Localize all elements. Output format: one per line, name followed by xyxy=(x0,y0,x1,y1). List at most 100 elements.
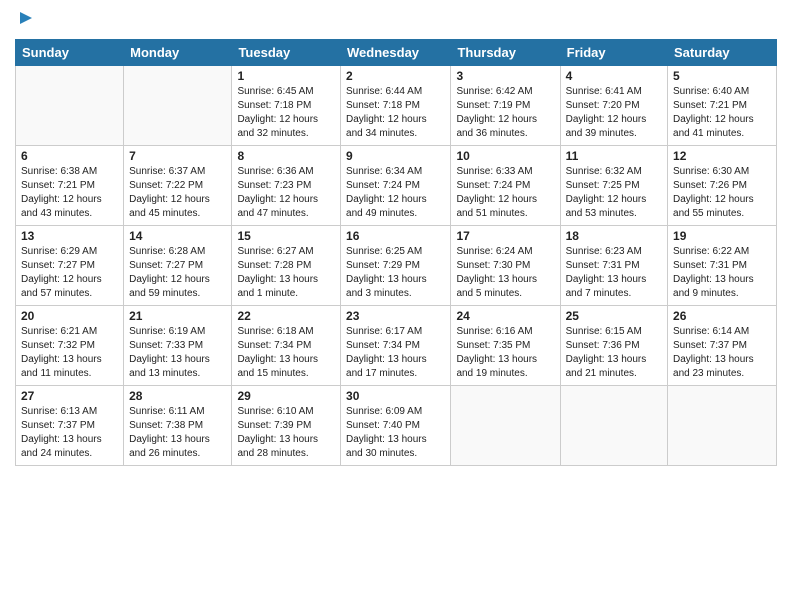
calendar-cell xyxy=(16,66,124,146)
calendar-cell: 9Sunrise: 6:34 AM Sunset: 7:24 PM Daylig… xyxy=(341,146,451,226)
day-info: Sunrise: 6:36 AM Sunset: 7:23 PM Dayligh… xyxy=(237,165,335,221)
day-info: Sunrise: 6:28 AM Sunset: 7:27 PM Dayligh… xyxy=(129,245,226,301)
calendar-cell: 20 Sunrise: 6:21 AM Sunset: 7:32 PM Dayli… xyxy=(16,306,124,386)
calendar-week-2: 6 Sunrise: 6:38 AM Sunset: 7:21 PM Daylig… xyxy=(16,146,777,226)
calendar-cell: 12Sunrise: 6:30 AM Sunset: 7:26 PM Dayli… xyxy=(668,146,777,226)
day-info: Sunrise: 6:18 AM Sunset: 7:34 PM Dayligh… xyxy=(237,325,335,381)
day-info: Sunrise: 6:32 AM Sunset: 7:25 PM Dayligh… xyxy=(566,165,662,221)
calendar-week-1: 1 Sunrise: 6:45 AM Sunset: 7:18 PM Daylig… xyxy=(16,66,777,146)
day-number: 3 xyxy=(456,69,554,83)
day-number: 29 xyxy=(237,389,335,403)
day-number: 23 xyxy=(346,309,445,323)
calendar-cell: 17Sunrise: 6:24 AM Sunset: 7:30 PM Dayli… xyxy=(451,226,560,306)
calendar-cell xyxy=(124,66,232,146)
logo xyxy=(15,10,32,31)
day-info: Sunrise: 6:25 AM Sunset: 7:29 PM Dayligh… xyxy=(346,245,445,301)
day-info: Sunrise: 6:29 AM Sunset: 7:27 PM Dayligh… xyxy=(21,245,118,301)
calendar-cell: 15 Sunrise: 6:27 AM Sunset: 7:28 PM Dayli… xyxy=(232,226,341,306)
day-info: Sunrise: 6:11 AM Sunset: 7:38 PM Dayligh… xyxy=(129,405,226,461)
calendar-cell xyxy=(560,386,667,466)
day-number: 15 xyxy=(237,229,335,243)
day-number: 21 xyxy=(129,309,226,323)
calendar-cell: 25 Sunrise: 6:15 AM Sunset: 7:36 PM Dayli… xyxy=(560,306,667,386)
calendar-header-sunday: Sunday xyxy=(16,40,124,66)
calendar-week-4: 20 Sunrise: 6:21 AM Sunset: 7:32 PM Dayli… xyxy=(16,306,777,386)
calendar-cell: 3 Sunrise: 6:42 AM Sunset: 7:19 PM Daylig… xyxy=(451,66,560,146)
day-number: 13 xyxy=(21,229,118,243)
calendar-cell: 23 Sunrise: 6:17 AM Sunset: 7:34 PM Dayli… xyxy=(341,306,451,386)
day-number: 22 xyxy=(237,309,335,323)
logo-arrow-icon xyxy=(18,10,32,31)
day-info: Sunrise: 6:27 AM Sunset: 7:28 PM Dayligh… xyxy=(237,245,335,301)
day-number: 25 xyxy=(566,309,662,323)
calendar-table: SundayMondayTuesdayWednesdayThursdayFrid… xyxy=(15,39,777,466)
day-info: Sunrise: 6:24 AM Sunset: 7:30 PM Dayligh… xyxy=(456,245,554,301)
calendar-cell: 8Sunrise: 6:36 AM Sunset: 7:23 PM Daylig… xyxy=(232,146,341,226)
day-number: 12 xyxy=(673,149,771,163)
calendar-cell: 19Sunrise: 6:22 AM Sunset: 7:31 PM Dayli… xyxy=(668,226,777,306)
calendar-cell: 14 Sunrise: 6:28 AM Sunset: 7:27 PM Dayli… xyxy=(124,226,232,306)
day-info: Sunrise: 6:21 AM Sunset: 7:32 PM Dayligh… xyxy=(21,325,118,381)
calendar-cell xyxy=(668,386,777,466)
day-info: Sunrise: 6:19 AM Sunset: 7:33 PM Dayligh… xyxy=(129,325,226,381)
day-number: 6 xyxy=(21,149,118,163)
calendar-cell: 2Sunrise: 6:44 AM Sunset: 7:18 PM Daylig… xyxy=(341,66,451,146)
day-info: Sunrise: 6:33 AM Sunset: 7:24 PM Dayligh… xyxy=(456,165,554,221)
calendar-cell: 29 Sunrise: 6:10 AM Sunset: 7:39 PM Dayli… xyxy=(232,386,341,466)
calendar-header-saturday: Saturday xyxy=(668,40,777,66)
day-info: Sunrise: 6:16 AM Sunset: 7:35 PM Dayligh… xyxy=(456,325,554,381)
calendar-cell: 1 Sunrise: 6:45 AM Sunset: 7:18 PM Daylig… xyxy=(232,66,341,146)
logo-line1 xyxy=(15,10,32,31)
day-info: Sunrise: 6:38 AM Sunset: 7:21 PM Dayligh… xyxy=(21,165,118,221)
calendar-header-friday: Friday xyxy=(560,40,667,66)
calendar-cell: 5Sunrise: 6:40 AM Sunset: 7:21 PM Daylig… xyxy=(668,66,777,146)
calendar-week-3: 13 Sunrise: 6:29 AM Sunset: 7:27 PM Dayli… xyxy=(16,226,777,306)
calendar-cell: 18Sunrise: 6:23 AM Sunset: 7:31 PM Dayli… xyxy=(560,226,667,306)
calendar-cell: 7 Sunrise: 6:37 AM Sunset: 7:22 PM Daylig… xyxy=(124,146,232,226)
day-number: 20 xyxy=(21,309,118,323)
day-info: Sunrise: 6:15 AM Sunset: 7:36 PM Dayligh… xyxy=(566,325,662,381)
day-info: Sunrise: 6:37 AM Sunset: 7:22 PM Dayligh… xyxy=(129,165,226,221)
day-info: Sunrise: 6:10 AM Sunset: 7:39 PM Dayligh… xyxy=(237,405,335,461)
day-info: Sunrise: 6:45 AM Sunset: 7:18 PM Dayligh… xyxy=(237,85,335,141)
day-info: Sunrise: 6:14 AM Sunset: 7:37 PM Dayligh… xyxy=(673,325,771,381)
day-info: Sunrise: 6:09 AM Sunset: 7:40 PM Dayligh… xyxy=(346,405,445,461)
day-number: 7 xyxy=(129,149,226,163)
day-info: Sunrise: 6:41 AM Sunset: 7:20 PM Dayligh… xyxy=(566,85,662,141)
day-number: 10 xyxy=(456,149,554,163)
calendar-header-wednesday: Wednesday xyxy=(341,40,451,66)
calendar-cell: 22 Sunrise: 6:18 AM Sunset: 7:34 PM Dayli… xyxy=(232,306,341,386)
day-number: 14 xyxy=(129,229,226,243)
day-number: 27 xyxy=(21,389,118,403)
calendar-cell: 16 Sunrise: 6:25 AM Sunset: 7:29 PM Dayli… xyxy=(341,226,451,306)
day-number: 16 xyxy=(346,229,445,243)
day-number: 11 xyxy=(566,149,662,163)
calendar-cell: 21 Sunrise: 6:19 AM Sunset: 7:33 PM Dayli… xyxy=(124,306,232,386)
calendar-cell: 26Sunrise: 6:14 AM Sunset: 7:37 PM Dayli… xyxy=(668,306,777,386)
day-number: 30 xyxy=(346,389,445,403)
calendar-cell: 6 Sunrise: 6:38 AM Sunset: 7:21 PM Daylig… xyxy=(16,146,124,226)
day-number: 1 xyxy=(237,69,335,83)
header xyxy=(15,10,777,31)
calendar-header-thursday: Thursday xyxy=(451,40,560,66)
calendar-cell: 11 Sunrise: 6:32 AM Sunset: 7:25 PM Dayli… xyxy=(560,146,667,226)
calendar-week-5: 27 Sunrise: 6:13 AM Sunset: 7:37 PM Dayli… xyxy=(16,386,777,466)
day-number: 5 xyxy=(673,69,771,83)
day-info: Sunrise: 6:17 AM Sunset: 7:34 PM Dayligh… xyxy=(346,325,445,381)
calendar-cell: 13 Sunrise: 6:29 AM Sunset: 7:27 PM Dayli… xyxy=(16,226,124,306)
day-number: 4 xyxy=(566,69,662,83)
day-info: Sunrise: 6:42 AM Sunset: 7:19 PM Dayligh… xyxy=(456,85,554,141)
calendar-header-monday: Monday xyxy=(124,40,232,66)
day-number: 19 xyxy=(673,229,771,243)
calendar-cell: 30 Sunrise: 6:09 AM Sunset: 7:40 PM Dayli… xyxy=(341,386,451,466)
day-info: Sunrise: 6:13 AM Sunset: 7:37 PM Dayligh… xyxy=(21,405,118,461)
day-number: 2 xyxy=(346,69,445,83)
day-number: 28 xyxy=(129,389,226,403)
calendar-cell: 27 Sunrise: 6:13 AM Sunset: 7:37 PM Dayli… xyxy=(16,386,124,466)
calendar-cell: 28 Sunrise: 6:11 AM Sunset: 7:38 PM Dayli… xyxy=(124,386,232,466)
calendar-cell: 10 Sunrise: 6:33 AM Sunset: 7:24 PM Dayli… xyxy=(451,146,560,226)
day-number: 24 xyxy=(456,309,554,323)
day-number: 18 xyxy=(566,229,662,243)
calendar-cell: 4 Sunrise: 6:41 AM Sunset: 7:20 PM Daylig… xyxy=(560,66,667,146)
calendar-cell xyxy=(451,386,560,466)
